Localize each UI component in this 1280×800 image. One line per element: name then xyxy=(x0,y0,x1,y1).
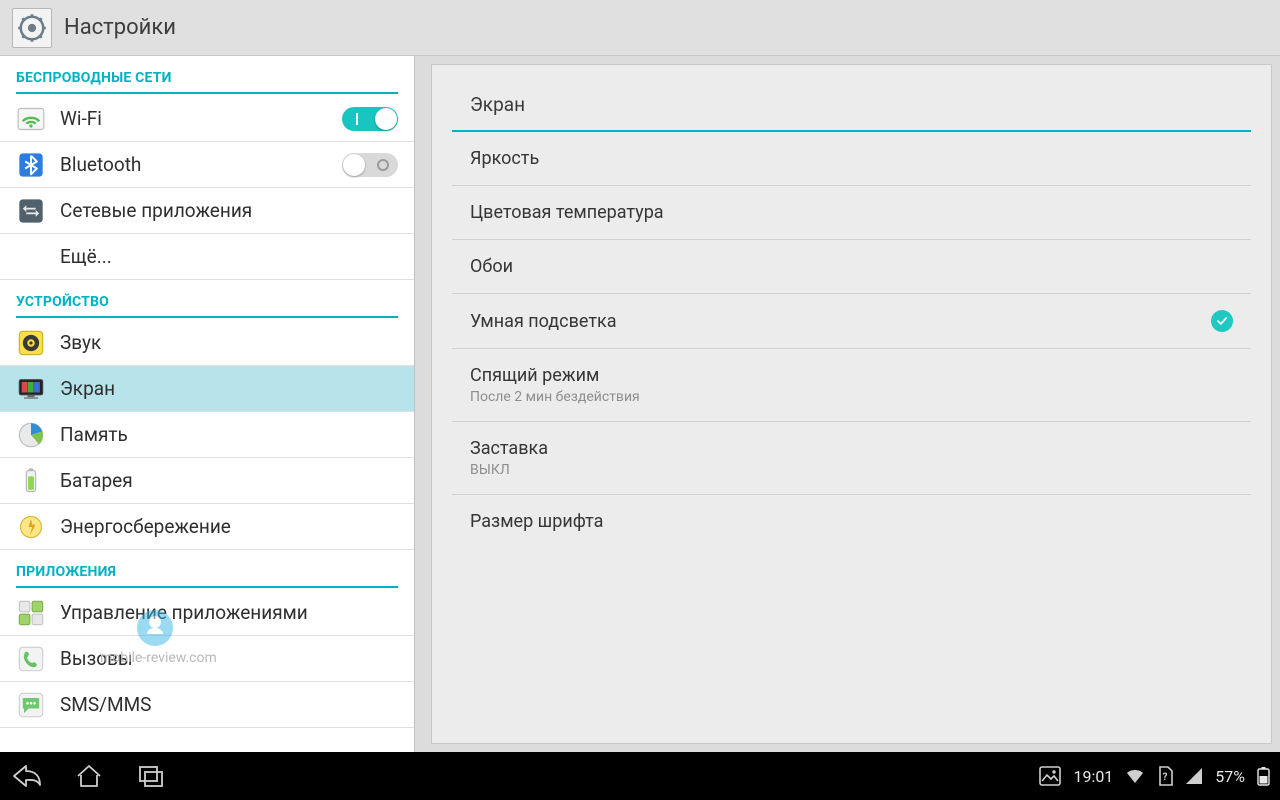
sidebar-item-label: Bluetooth xyxy=(60,153,342,176)
recent-apps-button[interactable] xyxy=(134,759,168,793)
bluetooth-toggle[interactable] xyxy=(342,153,398,177)
detail-row-brightness[interactable]: Яркость xyxy=(452,132,1251,186)
wifi-toggle[interactable] xyxy=(342,107,398,131)
section-divider xyxy=(16,92,398,94)
sidebar-item-label: Wi-Fi xyxy=(60,107,342,130)
sidebar-item-calls[interactable]: Вызовы xyxy=(0,636,414,682)
sidebar-item-storage[interactable]: Память xyxy=(0,412,414,458)
titlebar: Настройки xyxy=(0,0,1280,56)
wifi-status-icon xyxy=(1125,767,1145,785)
svg-text:?: ? xyxy=(1163,772,1168,783)
sidebar-item-network-apps[interactable]: Сетевые приложения xyxy=(0,188,414,234)
sidebar-item-display[interactable]: Экран xyxy=(0,366,414,412)
detail-row-daydream[interactable]: Заставка ВЫКЛ xyxy=(452,422,1251,495)
sidebar-item-power-saving[interactable]: Энергосбережение xyxy=(0,504,414,550)
sidebar-item-label: Память xyxy=(60,423,398,446)
sms-icon xyxy=(16,690,46,720)
sidebar-item-more[interactable]: Ещё... xyxy=(0,234,414,280)
sidebar-item-wifi[interactable]: Wi-Fi xyxy=(0,96,414,142)
detail-row-label: Яркость xyxy=(470,148,1233,169)
detail-row-label: Заставка xyxy=(470,438,1233,459)
detail-row-color-temp[interactable]: Цветовая температура xyxy=(452,186,1251,240)
detail-row-label: Обои xyxy=(470,256,1233,277)
sidebar-item-label: Управление приложениями xyxy=(60,601,398,624)
system-navbar: 19:01 ? 57% xyxy=(0,752,1280,800)
sidebar-item-label: Ещё... xyxy=(60,245,398,268)
section-divider xyxy=(16,586,398,588)
sound-icon xyxy=(16,328,46,358)
home-button[interactable] xyxy=(72,759,106,793)
sidebar-item-label: Энергосбережение xyxy=(60,515,398,538)
sidebar-item-label: Сетевые приложения xyxy=(60,199,398,222)
bluetooth-icon xyxy=(16,150,46,180)
sim-status-icon: ? xyxy=(1157,766,1173,786)
sidebar-item-bluetooth[interactable]: Bluetooth xyxy=(0,142,414,188)
detail-row-label: Цветовая температура xyxy=(470,202,1233,223)
sidebar-item-label: SMS/MMS xyxy=(60,693,398,716)
storage-icon xyxy=(16,420,46,450)
sidebar-item-sms-mms[interactable]: SMS/MMS xyxy=(0,682,414,728)
detail-row-label: Размер шрифта xyxy=(470,511,1233,532)
status-time: 19:01 xyxy=(1073,767,1113,786)
settings-app-icon xyxy=(12,8,52,48)
display-icon xyxy=(16,374,46,404)
sidebar-item-manage-apps[interactable]: Управление приложениями xyxy=(0,590,414,636)
section-header-device: УСТРОЙСТВО xyxy=(0,280,414,316)
detail-title: Экран xyxy=(452,75,1251,130)
detail-row-sublabel: После 2 мин бездействия xyxy=(470,389,1233,405)
sidebar-item-sound[interactable]: Звук xyxy=(0,320,414,366)
battery-icon xyxy=(16,466,46,496)
sidebar-item-label: Вызовы xyxy=(60,647,398,670)
power-saving-icon xyxy=(16,512,46,542)
phone-icon xyxy=(16,644,46,674)
network-apps-icon xyxy=(16,196,46,226)
battery-percentage: 57% xyxy=(1215,767,1245,786)
detail-row-sublabel: ВЫКЛ xyxy=(470,462,1233,478)
gallery-notification-icon[interactable] xyxy=(1039,766,1061,786)
detail-row-wallpaper[interactable]: Обои xyxy=(452,240,1251,294)
sidebar-item-label: Звук xyxy=(60,331,398,354)
back-button[interactable] xyxy=(10,759,44,793)
sidebar-item-label: Экран xyxy=(60,377,398,400)
detail-row-label: Спящий режим xyxy=(470,365,1233,386)
section-divider xyxy=(16,316,398,318)
checkbox-checked-icon[interactable] xyxy=(1211,310,1233,332)
section-header-apps: ПРИЛОЖЕНИЯ xyxy=(0,550,414,586)
settings-sidebar[interactable]: БЕСПРОВОДНЫЕ СЕТИ Wi-Fi Bluetooth xyxy=(0,56,415,752)
apps-icon xyxy=(16,598,46,628)
detail-row-label: Умная подсветка xyxy=(470,311,1211,332)
wifi-icon xyxy=(16,104,46,134)
detail-row-smart-backlight[interactable]: Умная подсветка xyxy=(452,294,1251,349)
section-header-wireless: БЕСПРОВОДНЫЕ СЕТИ xyxy=(0,56,414,92)
sidebar-item-battery[interactable]: Батарея xyxy=(0,458,414,504)
battery-status-icon xyxy=(1257,766,1270,786)
detail-row-font-size[interactable]: Размер шрифта xyxy=(452,495,1251,548)
detail-panel: Экран Яркость Цветовая температура Обои … xyxy=(431,64,1272,744)
sidebar-item-label: Батарея xyxy=(60,469,398,492)
signal-status-icon xyxy=(1185,767,1203,785)
app-title: Настройки xyxy=(64,15,176,40)
detail-row-sleep[interactable]: Спящий режим После 2 мин бездействия xyxy=(452,349,1251,422)
